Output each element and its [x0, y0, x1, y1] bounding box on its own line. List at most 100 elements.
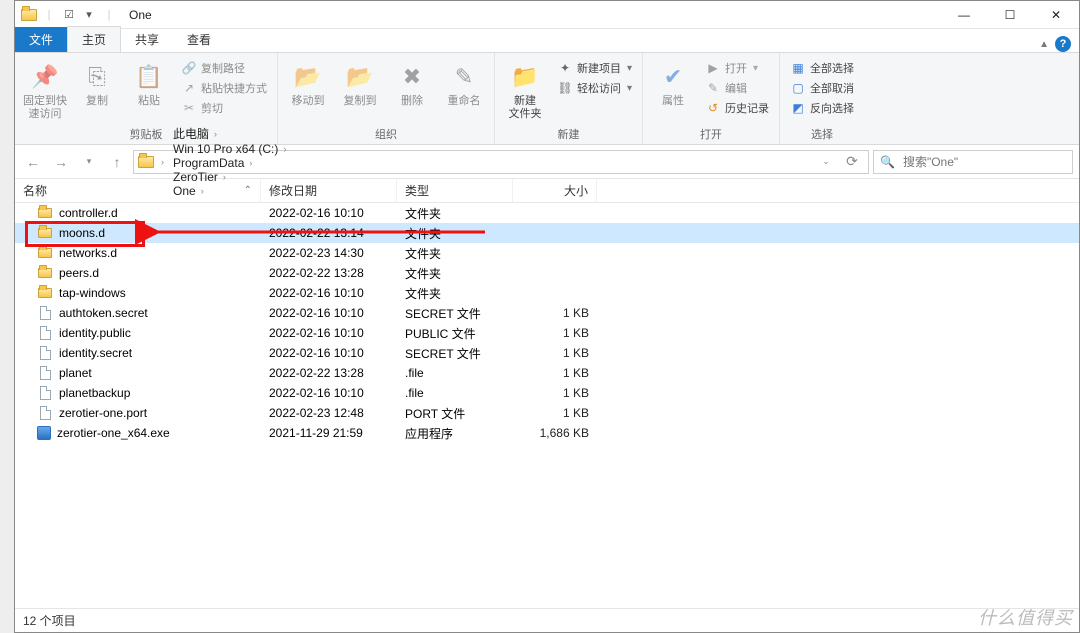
open-button[interactable]: ▶打开▾ [701, 59, 773, 77]
tab-share[interactable]: 共享 [121, 27, 173, 52]
rename-button[interactable]: ✎ 重命名 [440, 59, 488, 110]
file-size: 1 KB [513, 326, 597, 340]
breadcrumb-item[interactable]: 此电脑› [171, 125, 291, 142]
file-date: 2022-02-22 13:28 [261, 266, 397, 280]
file-row[interactable]: networks.d 2022-02-23 14:30 文件夹 [15, 243, 1079, 263]
back-button[interactable]: ← [21, 150, 45, 174]
new-folder-button[interactable]: 📁 新建 文件夹 [501, 59, 549, 122]
file-type: 文件夹 [397, 285, 513, 302]
breadcrumb-item[interactable]: Win 10 Pro x64 (C:)› [171, 142, 291, 156]
file-row[interactable]: tap-windows 2022-02-16 10:10 文件夹 [15, 283, 1079, 303]
paste-shortcut-button[interactable]: ↗粘贴快捷方式 [177, 79, 271, 97]
refresh-button[interactable]: ⟳ [840, 150, 864, 174]
pin-to-quick-access-button[interactable]: 📌 固定到快 速访问 [21, 59, 69, 122]
copy-icon: ⎘ [81, 61, 113, 93]
breadcrumb-item[interactable]: ProgramData› [171, 156, 291, 170]
search-box[interactable]: 🔍 [873, 150, 1073, 174]
invert-selection-button[interactable]: ◩反向选择 [786, 99, 858, 117]
ribbon-collapse-icon[interactable]: ▲ [1039, 39, 1049, 50]
qat-checkbox-icon[interactable]: ☑ [61, 7, 77, 23]
move-to-button[interactable]: 📂 移动到 [284, 59, 332, 110]
file-name: moons.d [59, 226, 105, 240]
address-bar-row: ← → ▾ ↑ › 此电脑›Win 10 Pro x64 (C:)›Progra… [15, 145, 1079, 179]
edit-icon: ✎ [705, 80, 721, 96]
file-date: 2022-02-16 10:10 [261, 386, 397, 400]
new-item-icon: ✦ [557, 60, 573, 76]
file-row[interactable]: moons.d 2022-02-22 13:14 文件夹 [15, 223, 1079, 243]
chevron-right-icon: › [280, 144, 289, 154]
address-dropdown-button[interactable]: ⌄ [814, 150, 838, 174]
file-name: identity.secret [59, 346, 132, 360]
new-item-button[interactable]: ✦新建项目▾ [553, 59, 636, 77]
col-type[interactable]: 类型 [397, 179, 513, 202]
status-bar: 12 个项目 [15, 608, 1079, 632]
file-name: identity.public [59, 326, 131, 340]
file-icon [37, 385, 53, 401]
file-row[interactable]: identity.secret 2022-02-16 10:10 SECRET … [15, 343, 1079, 363]
file-row[interactable]: peers.d 2022-02-22 13:28 文件夹 [15, 263, 1079, 283]
file-date: 2021-11-29 21:59 [261, 426, 397, 440]
file-type: 文件夹 [397, 225, 513, 242]
copy-to-button[interactable]: 📂 复制到 [336, 59, 384, 110]
paste-button[interactable]: 📋 粘贴 [125, 59, 173, 110]
title-bar: | ☑ ▾ | One — ☐ ✕ [15, 1, 1079, 29]
file-row[interactable]: controller.d 2022-02-16 10:10 文件夹 [15, 203, 1079, 223]
paste-icon: 📋 [133, 61, 165, 93]
column-headers: 名称⌃ 修改日期 类型 大小 [15, 179, 1079, 203]
file-row[interactable]: identity.public 2022-02-16 10:10 PUBLIC … [15, 323, 1079, 343]
file-row[interactable]: authtoken.secret 2022-02-16 10:10 SECRET… [15, 303, 1079, 323]
easy-access-button[interactable]: ⛓轻松访问▾ [553, 79, 636, 97]
select-all-button[interactable]: ▦全部选择 [786, 59, 858, 77]
easy-access-icon: ⛓ [557, 80, 573, 96]
folder-icon [37, 245, 53, 261]
minimize-button[interactable]: — [941, 1, 987, 29]
file-size: 1 KB [513, 386, 597, 400]
group-label: 选择 [786, 125, 858, 143]
close-button[interactable]: ✕ [1033, 1, 1079, 29]
separator: | [41, 7, 57, 23]
col-date[interactable]: 修改日期 [261, 179, 397, 202]
invert-icon: ◩ [790, 100, 806, 116]
copy-button[interactable]: ⎘ 复制 [73, 59, 121, 110]
file-icon [37, 365, 53, 381]
forward-button[interactable]: → [49, 150, 73, 174]
search-input[interactable] [901, 154, 1066, 170]
up-button[interactable]: ↑ [105, 150, 129, 174]
ribbon-group-open: ✔ 属性 ▶打开▾ ✎编辑 ↺历史记录 打开 [643, 53, 780, 144]
history-button[interactable]: ↺历史记录 [701, 99, 773, 117]
file-name: planetbackup [59, 386, 130, 400]
file-row[interactable]: zerotier-one_x64.exe 2021-11-29 21:59 应用… [15, 423, 1079, 443]
file-row[interactable]: zerotier-one.port 2022-02-23 12:48 PORT … [15, 403, 1079, 423]
pin-icon: 📌 [29, 61, 61, 93]
recent-locations-button[interactable]: ▾ [77, 150, 101, 174]
crumb-sep[interactable]: › [156, 157, 169, 167]
tab-home[interactable]: 主页 [67, 26, 121, 52]
folder-icon [21, 7, 37, 23]
edit-button[interactable]: ✎编辑 [701, 79, 773, 97]
cut-button[interactable]: ✂剪切 [177, 99, 271, 117]
copy-path-button[interactable]: 🔗复制路径 [177, 59, 271, 77]
history-icon: ↺ [705, 100, 721, 116]
tab-view[interactable]: 查看 [173, 27, 225, 52]
folder-icon [37, 205, 53, 221]
rename-icon: ✎ [448, 61, 480, 93]
tab-file[interactable]: 文件 [15, 27, 67, 52]
file-size: 1,686 KB [513, 426, 597, 440]
properties-button[interactable]: ✔ 属性 [649, 59, 697, 110]
qat-dropdown-icon[interactable]: ▾ [81, 7, 97, 23]
col-size[interactable]: 大小 [513, 179, 597, 202]
file-row[interactable]: planet 2022-02-22 13:28 .file 1 KB [15, 363, 1079, 383]
file-icon [37, 405, 53, 421]
col-name[interactable]: 名称⌃ [15, 179, 261, 202]
ribbon-group-new: 📁 新建 文件夹 ✦新建项目▾ ⛓轻松访问▾ 新建 [495, 53, 643, 144]
select-none-button[interactable]: ▢全部取消 [786, 79, 858, 97]
address-bar[interactable]: › 此电脑›Win 10 Pro x64 (C:)›ProgramData›Ze… [133, 150, 869, 174]
file-list: 名称⌃ 修改日期 类型 大小 controller.d 2022-02-16 1… [15, 179, 1079, 608]
copy-to-icon: 📂 [344, 61, 376, 93]
maximize-button[interactable]: ☐ [987, 1, 1033, 29]
delete-button[interactable]: ✖ 删除 [388, 59, 436, 110]
file-name: peers.d [59, 266, 99, 280]
file-icon [37, 305, 53, 321]
help-icon[interactable]: ? [1055, 36, 1071, 52]
file-row[interactable]: planetbackup 2022-02-16 10:10 .file 1 KB [15, 383, 1079, 403]
